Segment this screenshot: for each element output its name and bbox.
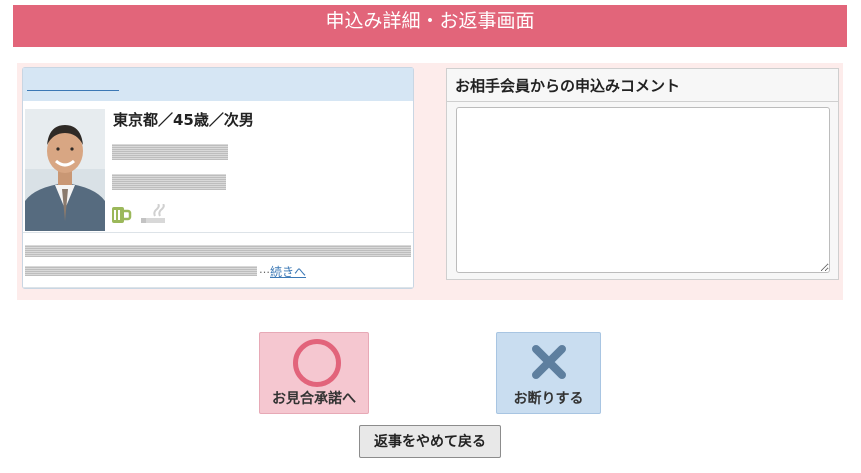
hidden-detail-2: [112, 174, 226, 190]
basic-info: 東京都／45歳／次男: [113, 111, 254, 129]
avatar[interactable]: [25, 109, 105, 231]
comment-title: お相手会員からの申込みコメント: [455, 77, 681, 95]
profile-card-header: [23, 68, 413, 101]
read-more-link[interactable]: 続きへ: [270, 263, 306, 280]
comment-section: お相手会員からの申込みコメント: [446, 68, 839, 280]
decline-button[interactable]: お断りする: [496, 332, 601, 414]
profile-card: 東京都／45歳／次男 … 続きへ: [22, 67, 414, 289]
accept-button-label: お見合承諾へ: [272, 391, 356, 407]
cigarette-icon: [141, 203, 165, 223]
page-title: 申込み詳細・お返事画面: [325, 10, 535, 32]
back-button[interactable]: 返事をやめて戻る: [359, 425, 501, 458]
decline-button-label: お断りする: [513, 391, 584, 407]
card-divider: [23, 232, 413, 233]
close-icon: [532, 345, 566, 379]
beer-mug-icon: [112, 207, 132, 223]
hidden-detail-1: [112, 144, 228, 160]
truncation-ellipsis: …: [259, 263, 270, 276]
comment-divider: [447, 101, 838, 102]
avatar-image: [25, 109, 105, 231]
hidden-profile-text-2: [25, 266, 257, 276]
page-header: 申込み詳細・お返事画面: [13, 5, 847, 47]
comment-textarea[interactable]: [456, 107, 830, 273]
lifestyle-icons: [111, 203, 175, 226]
member-name-link[interactable]: [27, 74, 119, 91]
circle-icon: [293, 339, 341, 387]
accept-button[interactable]: お見合承諾へ: [259, 332, 369, 414]
card-bottom-divider: [23, 287, 413, 288]
hidden-profile-text-1: [25, 245, 411, 257]
